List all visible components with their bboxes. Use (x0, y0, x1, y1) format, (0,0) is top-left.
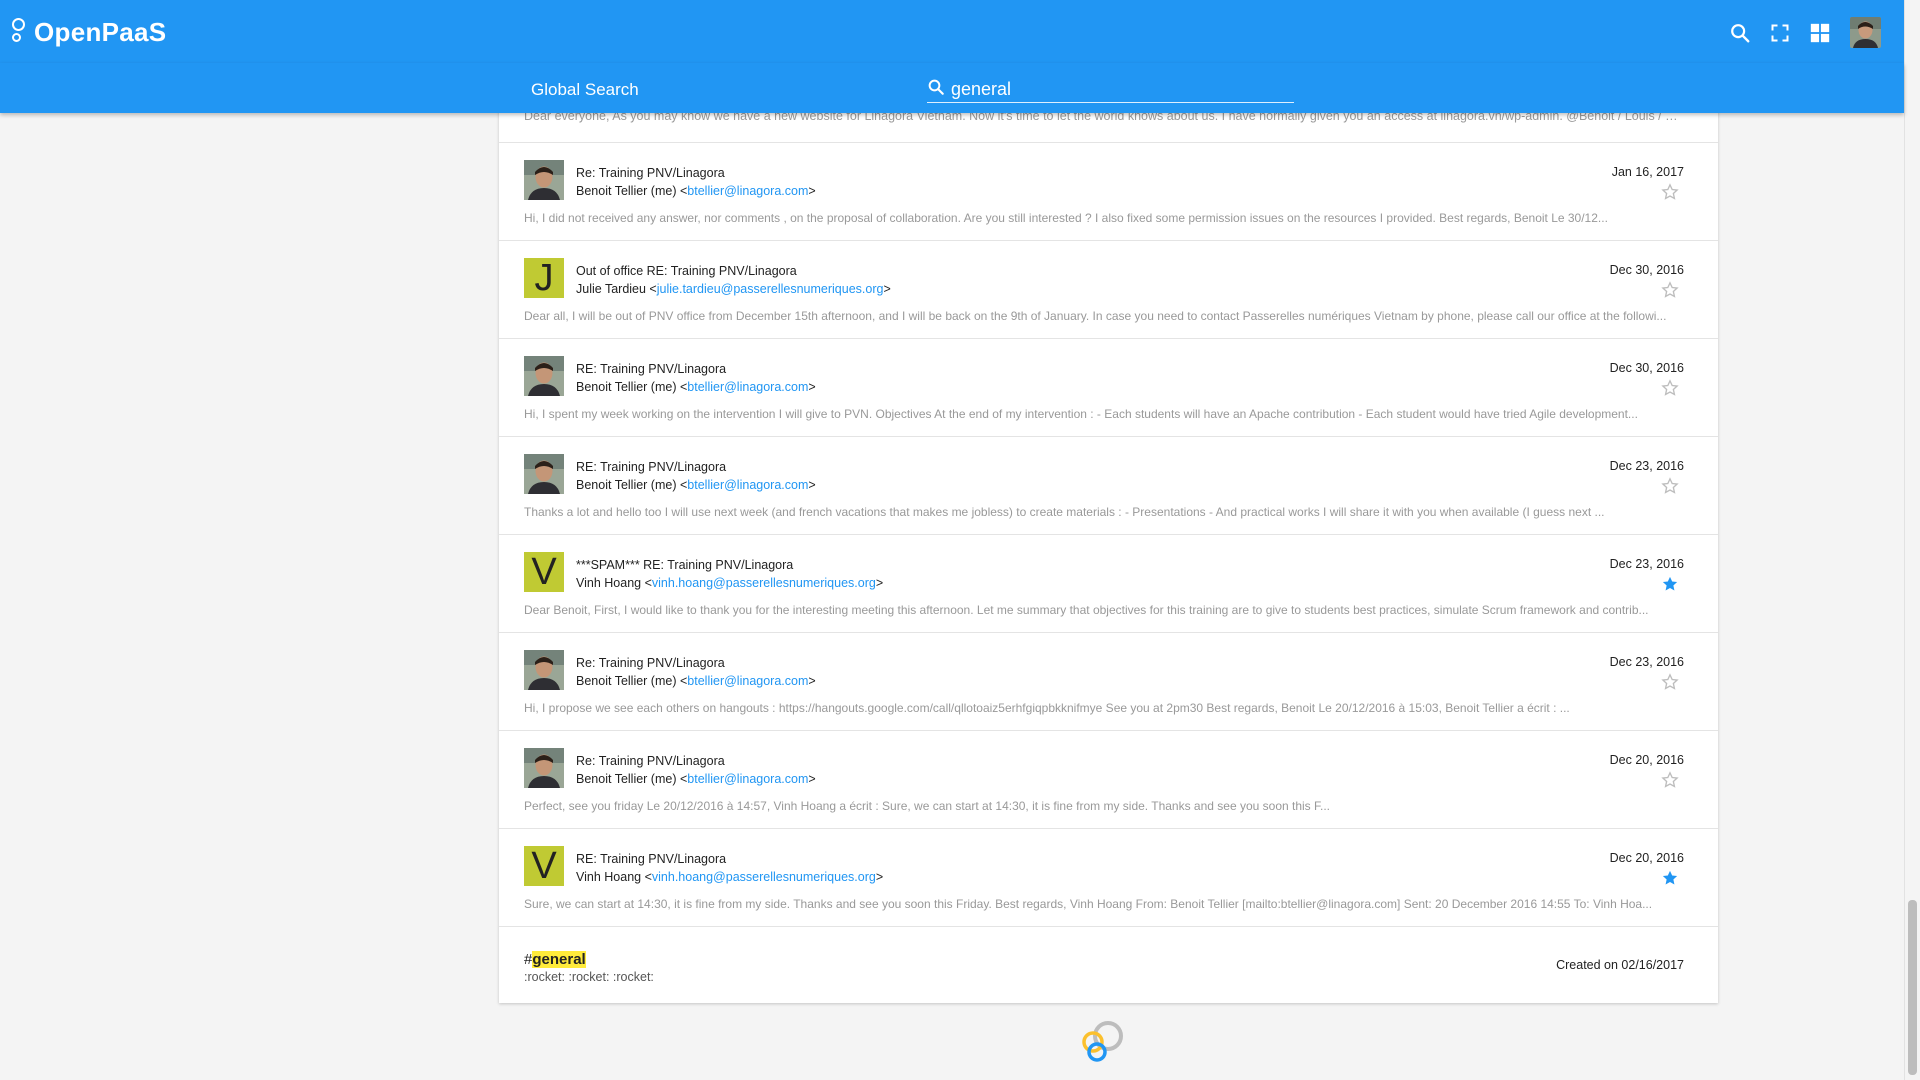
email-preview: Thanks a lot and hello too I will use ne… (524, 505, 1605, 519)
email-result-row[interactable]: V ***SPAM*** RE: Training PNV/Linagora Vin… (499, 535, 1718, 633)
sender-email-link[interactable]: btellier@linagora.com (687, 674, 808, 688)
chat-result-row[interactable]: #general :rocket: :rocket: :rocket: Crea… (499, 928, 1718, 1003)
email-date: Dec 20, 2016 (1609, 753, 1684, 767)
star-outline-icon[interactable] (1661, 771, 1679, 789)
email-sender: Benoit Tellier (me) <btellier@linagora.c… (576, 674, 816, 688)
search-icon[interactable] (1725, 18, 1755, 48)
search-subheader: Global Search (0, 63, 1904, 113)
sender-email-link[interactable]: btellier@linagora.com (687, 380, 808, 394)
email-sender: Benoit Tellier (me) <btellier@linagora.c… (576, 772, 816, 786)
star-outline-icon[interactable] (1661, 281, 1679, 299)
sender-name: Benoit Tellier (me) (576, 772, 677, 786)
openpaas-logo[interactable]: OpenPaaS (10, 14, 166, 50)
email-subject: Re: Training PNV/Linagora (576, 754, 725, 768)
sender-email-link[interactable]: vinh.hoang@passerellesnumeriques.org (652, 576, 876, 590)
star-outline-icon[interactable] (1661, 183, 1679, 201)
email-preview: Perfect, see you friday Le 20/12/2016 à … (524, 799, 1331, 813)
email-date: Dec 30, 2016 (1609, 361, 1684, 375)
email-sender: Benoit Tellier (me) <btellier@linagora.c… (576, 478, 816, 492)
loading-spinner-icon (1076, 1018, 1128, 1066)
email-subject: RE: Training PNV/Linagora (576, 852, 727, 866)
search-field[interactable] (927, 77, 1294, 103)
top-app-bar: OpenPaaS (0, 0, 1904, 63)
email-date: Dec 20, 2016 (1609, 851, 1684, 865)
email-preview: Dear all, I will be out of PNV office fr… (524, 309, 1667, 323)
sender-email-link[interactable]: julie.tardieu@passerellesnumeriques.org (657, 282, 884, 296)
star-filled-icon[interactable] (1661, 575, 1679, 593)
star-filled-icon[interactable] (1661, 869, 1679, 887)
email-sender: Vinh Hoang <vinh.hoang@passerellesnumeri… (576, 870, 884, 884)
sender-avatar (524, 650, 564, 690)
email-subject: RE: Training PNV/Linagora (576, 362, 727, 376)
email-sender: Benoit Tellier (me) <btellier@linagora.c… (576, 380, 816, 394)
search-icon (927, 78, 945, 101)
search-input[interactable] (951, 79, 1271, 100)
sender-name: Benoit Tellier (me) (576, 478, 677, 492)
email-subject: ***SPAM*** RE: Training PNV/Linagora (576, 558, 794, 572)
email-preview: Hi, I did not received any answer, nor c… (524, 211, 1608, 225)
logo-text: OpenPaaS (34, 16, 167, 47)
email-result-row[interactable]: Re: Training PNV/Linagora Benoit Tellier … (499, 143, 1718, 241)
email-result-row[interactable]: Re: Training PNV/Linagora Benoit Tellier … (499, 633, 1718, 731)
email-preview: Hi, I propose we see each others on hang… (524, 701, 1570, 715)
page-title: Global Search (531, 80, 639, 99)
email-date: Dec 23, 2016 (1609, 459, 1684, 473)
email-subject: Out of office RE: Training PNV/Linagora (576, 264, 797, 278)
sender-name: Vinh Hoang (576, 576, 642, 590)
email-subject: Re: Training PNV/Linagora (576, 656, 725, 670)
email-preview: Hi, I spent my week working on the inter… (524, 407, 1638, 421)
email-preview: Sure, we can start at 14:30, it is fine … (524, 897, 1653, 911)
sender-name: Benoit Tellier (me) (576, 184, 677, 198)
sender-avatar (524, 454, 564, 494)
user-avatar[interactable] (1850, 17, 1881, 48)
email-date: Dec 23, 2016 (1609, 557, 1684, 571)
sender-name: Benoit Tellier (me) (576, 380, 677, 394)
sender-avatar (524, 356, 564, 396)
search-highlight: general (532, 951, 586, 968)
scrollbar-thumb[interactable] (1908, 900, 1917, 1075)
chat-created-date: Created on 02/16/2017 (1556, 958, 1684, 972)
sender-name: Vinh Hoang (576, 870, 642, 884)
email-preview: Dear Benoit, First, I would like to than… (524, 603, 1649, 617)
email-result-row[interactable]: J Out of office RE: Training PNV/Linagora… (499, 241, 1718, 339)
sender-avatar-letter: J (524, 258, 564, 298)
star-outline-icon[interactable] (1661, 477, 1679, 495)
sender-avatar-letter: V (524, 552, 564, 592)
chat-message: :rocket: :rocket: :rocket: (524, 970, 654, 984)
star-outline-icon[interactable] (1661, 673, 1679, 691)
sender-avatar (524, 748, 564, 788)
page-scrollbar[interactable] (1904, 0, 1920, 1080)
email-result-row[interactable]: Re: Training PNV/Linagora Benoit Tellier … (499, 731, 1718, 829)
email-subject: Re: Training PNV/Linagora (576, 166, 725, 180)
email-result-row[interactable]: RE: Training PNV/Linagora Benoit Tellier … (499, 437, 1718, 535)
chat-channel-name[interactable]: #general (524, 951, 586, 968)
logo-mark-icon (10, 15, 30, 49)
email-subject: RE: Training PNV/Linagora (576, 460, 727, 474)
email-sender: Julie Tardieu <julie.tardieu@passerelles… (576, 282, 891, 296)
sender-email-link[interactable]: btellier@linagora.com (687, 772, 808, 786)
email-result-row[interactable]: V RE: Training PNV/Linagora Vinh Hoang <vi… (499, 829, 1718, 927)
apps-grid-icon[interactable] (1805, 18, 1835, 48)
email-date: Dec 30, 2016 (1609, 263, 1684, 277)
sender-avatar (524, 160, 564, 200)
sender-email-link[interactable]: vinh.hoang@passerellesnumeriques.org (652, 870, 876, 884)
search-results-panel: Dear everyone, As you may know we have a… (499, 100, 1718, 1003)
sender-name: Julie Tardieu (576, 282, 646, 296)
email-result-row[interactable]: RE: Training PNV/Linagora Benoit Tellier … (499, 339, 1718, 437)
email-date: Jan 16, 2017 (1611, 165, 1684, 179)
email-sender: Benoit Tellier (me) <btellier@linagora.c… (576, 184, 816, 198)
email-date: Dec 23, 2016 (1609, 655, 1684, 669)
sender-avatar-letter: V (524, 846, 564, 886)
sender-email-link[interactable]: btellier@linagora.com (687, 184, 808, 198)
star-outline-icon[interactable] (1661, 379, 1679, 397)
sender-name: Benoit Tellier (me) (576, 674, 677, 688)
fullscreen-icon[interactable] (1765, 18, 1795, 48)
sender-email-link[interactable]: btellier@linagora.com (687, 478, 808, 492)
email-sender: Vinh Hoang <vinh.hoang@passerellesnumeri… (576, 576, 884, 590)
